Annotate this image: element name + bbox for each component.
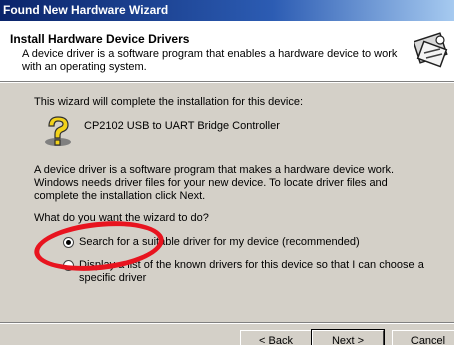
wizard-header: Install Hardware Device Drivers A device… — [0, 21, 454, 82]
unknown-device-question-icon — [45, 116, 71, 146]
title-bar: Found New Hardware Wizard — [0, 0, 454, 21]
hardware-wizard-icon — [414, 32, 448, 68]
header-title: Install Hardware Device Drivers — [10, 32, 190, 46]
header-description: A device driver is a software program th… — [22, 48, 398, 73]
intro-text: This wizard will complete the installati… — [34, 96, 304, 108]
button-separator — [0, 322, 454, 324]
back-button[interactable]: < Back — [240, 330, 312, 345]
device-name: CP2102 USB to UART Bridge Controller — [84, 120, 280, 132]
explanation-text: A device driver is a software program th… — [34, 164, 395, 202]
next-button[interactable]: Next > — [311, 329, 385, 345]
cancel-button[interactable]: Cancel — [392, 330, 454, 345]
wizard-window: Found New Hardware Wizard Install Hardwa… — [0, 0, 454, 345]
